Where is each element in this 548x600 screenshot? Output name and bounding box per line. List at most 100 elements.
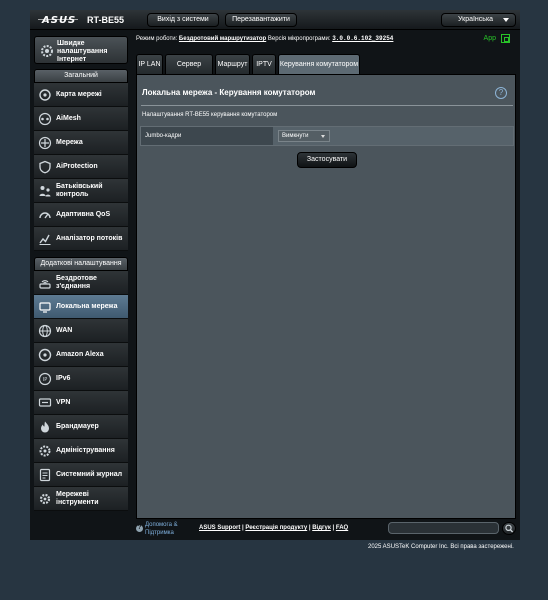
app-link[interactable]: App — [484, 35, 496, 42]
faq-link[interactable]: FAQ — [336, 525, 348, 531]
sidebar-item-label: AiMesh — [56, 114, 81, 122]
sidebar-item-system-log[interactable]: Системний журнал — [34, 463, 128, 487]
system-log-icon — [39, 468, 51, 482]
tab-dhcp-server[interactable]: Сервер DHCP — [165, 54, 213, 88]
model-name: RT-BE55 — [87, 15, 125, 25]
sidebar-item-label: Адаптивна QoS — [56, 210, 111, 218]
sidebar-item-traffic-analyzer[interactable]: Аналізатор потоків — [34, 227, 128, 251]
parental-control-icon — [39, 186, 51, 197]
shield-icon — [39, 160, 51, 174]
title-divider — [141, 105, 513, 106]
sidebar-item-firewall[interactable]: Брандмауер — [34, 415, 128, 439]
sidebar-item-label: IPv6 — [56, 374, 71, 382]
firmware-label: Версія мікропрограми: — [267, 36, 331, 42]
copyright-text: 2025 ASUSTeK Computer Inc. Всі права зас… — [368, 544, 514, 550]
sidebar-item-label: AiProtection — [56, 162, 98, 170]
help-support-line1: Допомога & — [145, 522, 178, 528]
globe-icon — [38, 324, 52, 338]
admin-gear-icon — [39, 445, 51, 457]
logout-button[interactable]: Вихід з системи — [147, 13, 219, 27]
operation-mode-link[interactable]: Бездротовий маршрутизатор — [179, 36, 266, 42]
alexa-icon — [38, 348, 52, 362]
sidebar: Швидке налаштування Інтернет Загальний К… — [34, 36, 128, 511]
sidebar-item-label: Amazon Alexa — [56, 350, 104, 358]
chevron-down-icon — [503, 18, 509, 22]
vpn-icon — [38, 398, 52, 407]
jumbo-frame-value-cell: Вимкнути — [273, 127, 513, 145]
asus-support-link[interactable]: ASUS Support — [199, 525, 240, 531]
apply-button[interactable]: Застосувати — [297, 152, 357, 168]
tab-route[interactable]: Маршрут — [215, 54, 250, 74]
network-map-icon — [39, 89, 51, 101]
quick-setup-gear-icon — [41, 45, 53, 57]
sidebar-item-network-tools[interactable]: Мережеві інструменти — [34, 487, 128, 511]
advanced-nav-list: Бездротове з'єднання Локальна мережа WAN Am… — [34, 271, 128, 511]
sidebar-item-label: Локальна мережа — [56, 302, 118, 310]
footer-links: ASUS Support | Реєстрація продукту | Від… — [199, 525, 349, 531]
jumbo-frame-row: Jumbo-кадри Вимкнути — [140, 126, 514, 146]
feedback-link[interactable]: Відгук — [312, 525, 331, 531]
app-icon[interactable] — [501, 34, 510, 43]
lan-icon — [39, 302, 51, 313]
qos-gauge-icon — [39, 212, 51, 219]
help-icon[interactable]: ? — [495, 87, 507, 99]
sidebar-item-alexa[interactable]: Amazon Alexa — [34, 343, 128, 367]
settings-panel: Локальна мережа - Керування комутатором … — [136, 74, 516, 519]
help-support-line2: Підтримка — [145, 530, 174, 536]
sidebar-item-wireless[interactable]: Бездротове з'єднання — [34, 271, 128, 295]
jumbo-frame-selected: Вимкнути — [282, 133, 309, 139]
sidebar-item-network-map[interactable]: Карта мережі — [34, 83, 128, 107]
sidebar-item-label: Бездротове з'єднання — [56, 274, 97, 290]
general-nav-list: Карта мережі AiMesh Мережа AiProtection Бать… — [34, 83, 128, 251]
ipv6-icon: IP — [38, 372, 52, 386]
quick-setup-label: Швидке налаштування Інтернет — [57, 40, 108, 63]
sidebar-item-parental-control[interactable]: Батьківський контроль — [34, 179, 128, 203]
sidebar-item-label: VPN — [56, 398, 71, 406]
search-input[interactable] — [388, 522, 499, 534]
page-title: Локальна мережа - Керування комутатором — [142, 88, 316, 97]
tab-switch-control[interactable]: Керування комутатором — [278, 54, 360, 74]
sidebar-item-label: Карта мережі — [56, 90, 102, 98]
sidebar-item-label: Адміністрування — [56, 446, 115, 454]
chevron-down-icon — [321, 135, 325, 138]
traffic-analyzer-icon — [39, 234, 51, 245]
search-button[interactable] — [502, 522, 516, 535]
help-support-icon[interactable]: ? — [136, 525, 143, 532]
tab-ip-lan[interactable]: IP LAN — [136, 54, 163, 74]
sidebar-item-label: Мережа — [56, 138, 83, 146]
search-icon — [505, 524, 514, 533]
sidebar-item-ipv6[interactable]: IP IPv6 — [34, 367, 128, 391]
sidebar-item-aimesh[interactable]: AiMesh — [34, 107, 128, 131]
sidebar-item-globe[interactable]: WAN — [34, 319, 128, 343]
sidebar-item-label: Аналізатор потоків — [56, 234, 123, 242]
operation-mode-label: Режим роботи: — [136, 36, 178, 42]
language-select[interactable]: Українська — [441, 13, 516, 27]
sidebar-item-label: Брандмауер — [56, 422, 99, 430]
panel-description: Налаштування RT-BE55 керування комутатор… — [142, 112, 278, 118]
sidebar-item-shield[interactable]: AiProtection — [34, 155, 128, 179]
sidebar-item-network[interactable]: Мережа — [34, 131, 128, 155]
sidebar-item-label: Мережеві інструменти — [56, 490, 99, 506]
reboot-button[interactable]: Перезавантажити — [225, 13, 297, 27]
sidebar-item-label: WAN — [56, 326, 73, 334]
wireless-icon — [39, 280, 51, 289]
firewall-icon — [41, 421, 49, 433]
asus-logo[interactable]: ASUS — [42, 15, 76, 26]
sidebar-item-admin-gear[interactable]: Адміністрування — [34, 439, 128, 463]
sidebar-item-vpn[interactable]: VPN — [34, 391, 128, 415]
network-icon — [38, 136, 52, 150]
svg-text:IP: IP — [43, 377, 48, 383]
jumbo-frame-label: Jumbo-кадри — [141, 127, 273, 145]
language-label: Українська — [458, 16, 494, 23]
aimesh-icon — [38, 112, 52, 126]
sidebar-item-lan[interactable]: Локальна мережа — [34, 295, 128, 319]
network-tools-icon — [39, 493, 51, 505]
firmware-version-link[interactable]: 3.0.0.6.102_39254 — [332, 35, 393, 42]
tab-iptv[interactable]: IPTV — [252, 54, 276, 74]
sidebar-item-qos-gauge[interactable]: Адаптивна QoS — [34, 203, 128, 227]
product-registration-link[interactable]: Реєстрація продукту — [245, 525, 307, 531]
jumbo-frame-select[interactable]: Вимкнути — [278, 130, 330, 142]
help-support-link[interactable]: Допомога & Підтримка — [145, 521, 178, 537]
quick-setup-button[interactable]: Швидке налаштування Інтернет — [34, 36, 128, 64]
router-admin-frame: ASUS RT-BE55 Вихід з системи Перезаванта… — [30, 10, 520, 540]
